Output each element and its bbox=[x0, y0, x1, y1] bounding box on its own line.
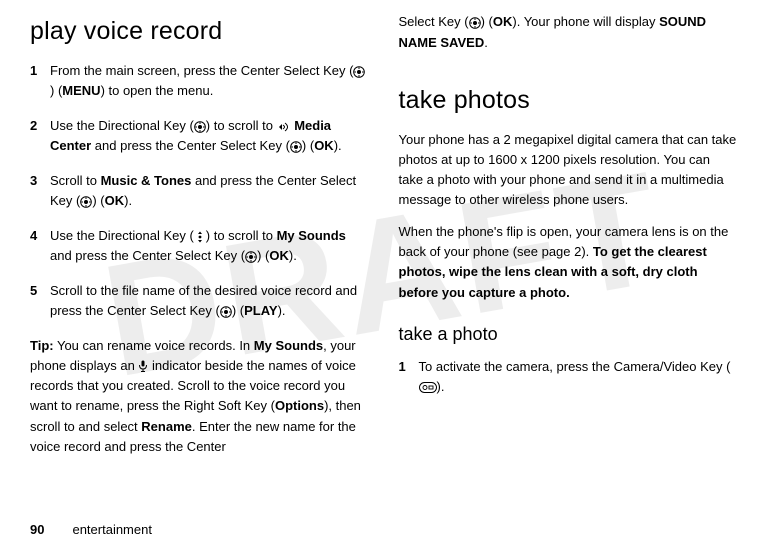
section-title-take-photos: take photos bbox=[399, 81, 738, 120]
text: ) to open the menu. bbox=[101, 83, 214, 98]
bold-text: My Sounds bbox=[277, 228, 346, 243]
text: ). Your phone will display bbox=[512, 14, 659, 29]
text: ). bbox=[289, 248, 297, 263]
dpad-updown-icon bbox=[194, 226, 206, 246]
step-body: To activate the camera, press the Camera… bbox=[419, 357, 738, 398]
page-number: 90 bbox=[30, 522, 44, 537]
step-number: 4 bbox=[30, 226, 50, 267]
text: ). bbox=[278, 303, 286, 318]
bold-text: OK bbox=[105, 193, 125, 208]
step-row: 4 Use the Directional Key ( ) to scroll t… bbox=[30, 226, 369, 267]
dpad-center-icon bbox=[220, 301, 232, 321]
dpad-center-icon bbox=[353, 61, 365, 81]
text: To activate the camera, press the Camera… bbox=[419, 359, 731, 374]
step-number: 3 bbox=[30, 171, 50, 212]
step-number: 2 bbox=[30, 116, 50, 157]
continuation-paragraph: Select Key ( ) (OK). Your phone will disp… bbox=[399, 12, 738, 53]
text: and press the Center Select Key ( bbox=[91, 138, 290, 153]
right-column: Select Key ( ) (OK). Your phone will disp… bbox=[399, 12, 738, 469]
step-number: 1 bbox=[399, 357, 419, 398]
dpad-center-icon bbox=[80, 191, 92, 211]
step-row: 1 To activate the camera, press the Came… bbox=[399, 357, 738, 398]
text: ) ( bbox=[92, 193, 104, 208]
dpad-center-icon bbox=[290, 137, 302, 157]
text: Use the Directional Key ( bbox=[50, 118, 194, 133]
step-body: Use the Directional Key () to scroll to … bbox=[50, 226, 369, 267]
text: ) ( bbox=[232, 303, 244, 318]
step-body: From the main screen, press the Center S… bbox=[50, 61, 369, 102]
text: ) to scroll to bbox=[206, 228, 277, 243]
media-icon bbox=[277, 116, 291, 136]
text: ). bbox=[334, 138, 342, 153]
paragraph: When the phone's flip is open, your came… bbox=[399, 222, 738, 303]
text: Scroll to the file name of the desired v… bbox=[50, 283, 357, 318]
section-title-play-voice-record: play voice record bbox=[30, 12, 369, 51]
text: ). bbox=[124, 193, 132, 208]
step-row: 1 From the main screen, press the Center… bbox=[30, 61, 369, 102]
step-number: 1 bbox=[30, 61, 50, 102]
content-columns: play voice record 1 From the main screen… bbox=[30, 12, 737, 469]
step-row: 5 Scroll to the file name of the desired… bbox=[30, 281, 369, 322]
subsection-title-take-a-photo: take a photo bbox=[399, 321, 738, 349]
text: and press the Center Select Key ( bbox=[50, 248, 245, 263]
dpad-center-icon bbox=[194, 116, 206, 136]
tip-label: Tip: bbox=[30, 338, 54, 353]
camera-key-icon bbox=[419, 377, 437, 397]
bold-text: PLAY bbox=[244, 303, 277, 318]
step-body: Scroll to Music & Tones and press the Ce… bbox=[50, 171, 369, 212]
section-name: entertainment bbox=[72, 522, 152, 537]
tip-block: Tip: You can rename voice records. In My… bbox=[30, 336, 369, 457]
text: Select Key ( bbox=[399, 14, 469, 29]
bold-text: Rename bbox=[141, 419, 192, 434]
step-row: 2 Use the Directional Key ( ) to scroll t… bbox=[30, 116, 369, 157]
bold-text: Options bbox=[275, 398, 324, 413]
text: ) ( bbox=[50, 83, 62, 98]
bold-text: OK bbox=[493, 14, 513, 29]
dpad-center-icon bbox=[245, 247, 257, 267]
text: ) to scroll to bbox=[206, 118, 277, 133]
text: Use the Directional Key ( bbox=[50, 228, 194, 243]
text: ). bbox=[437, 379, 445, 394]
bold-text: OK bbox=[269, 248, 289, 263]
bold-text: My Sounds bbox=[254, 338, 323, 353]
bold-text: OK bbox=[314, 138, 334, 153]
text: ) ( bbox=[302, 138, 314, 153]
text: From the main screen, press the Center S… bbox=[50, 63, 353, 78]
left-column: play voice record 1 From the main screen… bbox=[30, 12, 369, 469]
bold-text: MENU bbox=[62, 83, 100, 98]
paragraph: Your phone has a 2 megapixel digital cam… bbox=[399, 130, 738, 211]
text: You can rename voice records. In bbox=[54, 338, 254, 353]
mic-icon bbox=[138, 356, 148, 376]
bold-text: Music & Tones bbox=[101, 173, 192, 188]
text: . bbox=[484, 35, 488, 50]
step-body: Scroll to the file name of the desired v… bbox=[50, 281, 369, 322]
dpad-center-icon bbox=[469, 12, 481, 32]
text: ) ( bbox=[481, 14, 493, 29]
text: Scroll to bbox=[50, 173, 101, 188]
step-number: 5 bbox=[30, 281, 50, 322]
page-footer: 90 entertainment bbox=[30, 522, 152, 537]
step-body: Use the Directional Key () to scroll to … bbox=[50, 116, 369, 157]
text: ) ( bbox=[257, 248, 269, 263]
step-row: 3 Scroll to Music & Tones and press the … bbox=[30, 171, 369, 212]
